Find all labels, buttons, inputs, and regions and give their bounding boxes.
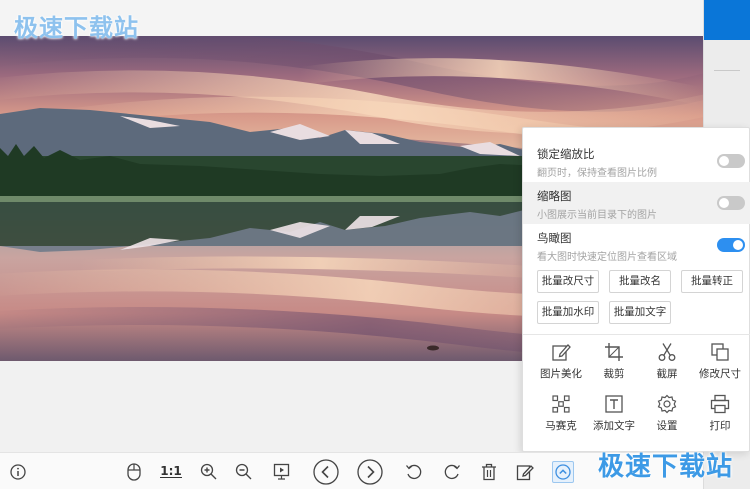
rotate-left-button[interactable]	[402, 453, 426, 489]
option-desc: 小图展示当前目录下的图片	[537, 210, 657, 221]
edit-button[interactable]	[513, 453, 537, 489]
tool-mosaic[interactable]: 马赛克	[533, 394, 589, 436]
edit-icon	[516, 464, 534, 480]
rotate-right-button[interactable]	[440, 453, 464, 489]
divider	[523, 334, 750, 335]
tool-label: 添加文字	[593, 420, 635, 432]
thumbnails-toggle[interactable]	[717, 196, 745, 210]
slideshow-button[interactable]	[269, 453, 293, 489]
option-birds-eye[interactable]: 鸟瞰图 看大图时快速定位图片查看区域	[523, 224, 750, 266]
option-title: 缩略图	[537, 189, 572, 203]
slideshow-icon	[273, 463, 289, 480]
tool-crop[interactable]: 裁剪	[586, 342, 642, 384]
zoom-in-button[interactable]	[196, 453, 220, 489]
info-icon	[10, 463, 26, 480]
mosaic-icon	[552, 395, 570, 413]
tool-screenshot[interactable]: 截屏	[639, 342, 695, 384]
info-button[interactable]	[6, 453, 30, 489]
more-options-button[interactable]	[549, 453, 577, 489]
more-options-panel: 锁定缩放比 翻页时，保持查看图片比例 缩略图 小图展示当前目录下的图片 鸟瞰图 …	[522, 127, 750, 452]
option-title: 锁定缩放比	[537, 147, 595, 161]
next-icon	[357, 458, 383, 485]
batch-watermark-button[interactable]: 批量加水印	[537, 301, 599, 324]
delete-button[interactable]	[477, 453, 501, 489]
tool-label: 马赛克	[545, 420, 577, 432]
gear-icon	[657, 394, 677, 414]
tool-label: 图片美化	[540, 368, 582, 380]
tool-label: 裁剪	[603, 368, 625, 380]
option-lock-zoom[interactable]: 锁定缩放比 翻页时，保持查看图片比例	[523, 140, 750, 182]
option-desc: 看大图时快速定位图片查看区域	[537, 252, 677, 263]
rotate-left-icon	[406, 464, 422, 479]
batch-rotate-button[interactable]: 批量转正	[681, 270, 743, 293]
previous-button[interactable]	[312, 453, 340, 489]
toggle-knob	[733, 240, 743, 250]
actual-size-icon: 1:1	[160, 464, 182, 478]
tool-print[interactable]: 打印	[692, 394, 748, 436]
tool-label: 修改尺寸	[699, 368, 741, 380]
printer-icon	[710, 394, 730, 414]
more-options-button-frame	[552, 460, 574, 483]
text-icon	[605, 395, 623, 413]
previous-icon	[313, 458, 339, 485]
mouse-mode-button[interactable]	[122, 453, 146, 489]
rotate-right-icon	[444, 464, 460, 479]
batch-rename-button[interactable]: 批量改名	[609, 270, 671, 293]
lock-zoom-toggle[interactable]	[717, 154, 745, 168]
tool-label: 设置	[656, 420, 678, 432]
delete-icon	[482, 463, 496, 480]
batch-add-text-button[interactable]: 批量加文字	[609, 301, 671, 324]
zoom-out-icon	[235, 463, 251, 480]
toggle-knob	[719, 198, 729, 208]
watermark-top: 极速下载站	[14, 14, 139, 42]
batch-resize-button[interactable]: 批量改尺寸	[537, 270, 599, 293]
scissors-icon	[658, 343, 676, 361]
edit-icon	[552, 344, 571, 361]
crop-icon	[605, 343, 623, 361]
toggle-knob	[719, 156, 729, 166]
option-desc: 翻页时，保持查看图片比例	[537, 168, 657, 179]
tool-label: 截屏	[656, 368, 678, 380]
option-thumbnails[interactable]: 缩略图 小图展示当前目录下的图片	[523, 182, 750, 224]
resize-icon	[711, 343, 729, 361]
birds-eye-toggle[interactable]	[717, 238, 745, 252]
zoom-out-button[interactable]	[231, 453, 255, 489]
tool-beautify[interactable]: 图片美化	[533, 342, 589, 384]
tool-settings[interactable]: 设置	[639, 394, 695, 436]
tool-label: 打印	[709, 420, 731, 432]
more-icon	[555, 463, 571, 480]
next-button[interactable]	[356, 453, 384, 489]
selected-thumbnail[interactable]	[704, 0, 750, 40]
tool-resize[interactable]: 修改尺寸	[692, 342, 748, 384]
watermark-bottom: 极速下载站	[598, 452, 734, 482]
zoom-in-icon	[200, 463, 216, 480]
mouse-icon	[127, 462, 141, 481]
tool-add-text[interactable]: 添加文字	[586, 394, 642, 436]
actual-size-button[interactable]: 1:1	[158, 453, 184, 489]
option-title: 鸟瞰图	[537, 231, 572, 245]
